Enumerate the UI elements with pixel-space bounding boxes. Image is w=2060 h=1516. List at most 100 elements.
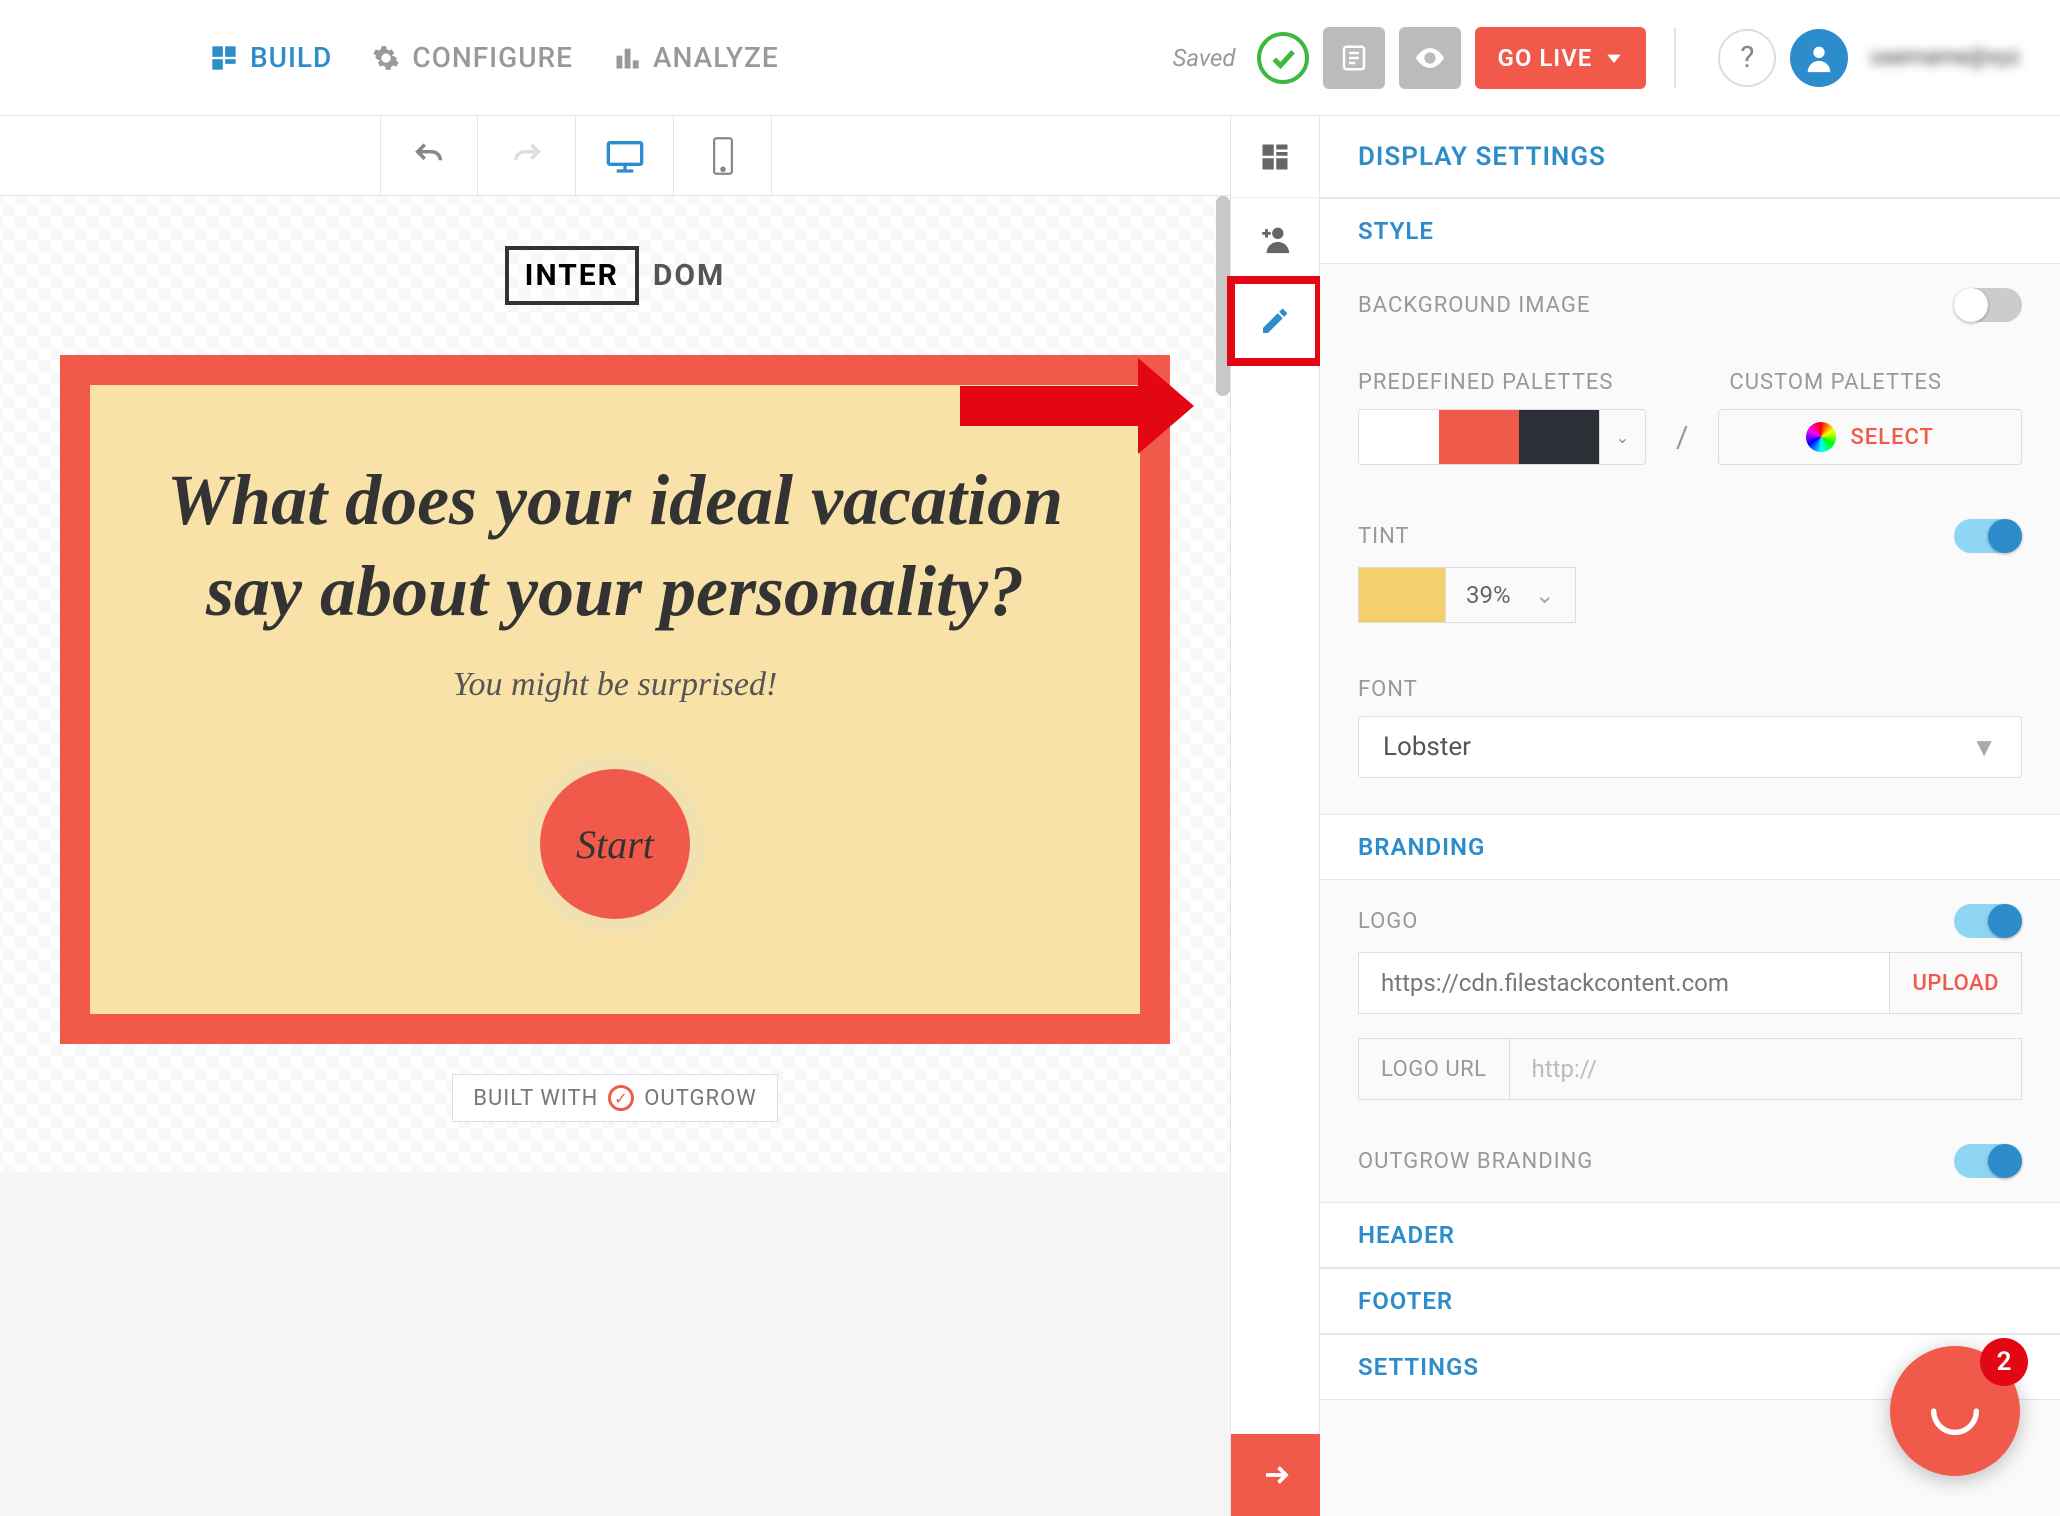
panel-title: DISPLAY SETTINGS [1320, 116, 2060, 198]
outgrow-branding-toggle[interactable] [1954, 1144, 2022, 1178]
bg-image-label: BACKGROUND IMAGE [1358, 293, 1590, 318]
main: INTER DOM What does your ideal vacation … [0, 116, 2060, 1516]
chevron-down-icon [1604, 48, 1624, 68]
rail-style[interactable] [1231, 280, 1319, 362]
font-label: FONT [1358, 677, 1418, 702]
quiz-inner: What does your ideal vacation say about … [90, 385, 1140, 1014]
chevron-down-icon: ⌄ [1535, 581, 1555, 609]
nav-configure[interactable]: CONFIGURE [372, 41, 573, 74]
start-button[interactable]: Start [540, 769, 690, 919]
top-bar: BUILD CONFIGURE ANALYZE Saved GO LIVE ? … [0, 0, 2060, 116]
tint-row: 39% ⌄ [1320, 563, 2060, 653]
grid-icon [210, 44, 238, 72]
chart-icon [613, 44, 641, 72]
saved-label: Saved [1173, 44, 1236, 72]
section-header[interactable]: HEADER [1320, 1202, 2060, 1268]
logo-input-row: https://cdn.filestackcontent.com UPLOAD [1320, 948, 2060, 1034]
tint-swatch[interactable] [1358, 567, 1446, 623]
slash: / [1676, 420, 1688, 455]
built-with-badge[interactable]: BUILT WITH ✓ OUTGROW [452, 1074, 777, 1122]
predefined-palettes-label: PREDEFINED PALETTES [1358, 370, 1613, 395]
settings-panel: DISPLAY SETTINGS STYLE BACKGROUND IMAGE … [1320, 116, 2060, 1516]
nav-configure-label: CONFIGURE [412, 41, 573, 74]
built-with-label: BUILT WITH [473, 1086, 598, 1111]
side-rail [1230, 116, 1320, 1516]
upload-button[interactable]: UPLOAD [1890, 952, 2022, 1014]
logo-row-head: LOGO [1320, 880, 2060, 948]
chat-button[interactable]: 2 [1890, 1346, 2020, 1476]
logo-box: INTER [505, 246, 639, 305]
palette-row: ⌄ / SELECT [1320, 405, 2060, 495]
rail-add-user[interactable] [1231, 198, 1319, 280]
section-style[interactable]: STYLE [1320, 198, 2060, 264]
preview-logo: INTER DOM [60, 246, 1170, 305]
pencil-icon [1259, 305, 1291, 337]
canvas[interactable]: INTER DOM What does your ideal vacation … [0, 196, 1230, 1172]
section-footer[interactable]: FOOTER [1320, 1268, 2060, 1334]
font-row: Lobster ▼ [1320, 712, 2060, 814]
tint-value-dropdown[interactable]: 39% ⌄ [1446, 567, 1576, 623]
logo-url-row: LOGO URL http:// [1320, 1034, 2060, 1120]
redo-button[interactable] [478, 116, 576, 196]
notes-button[interactable] [1323, 27, 1385, 89]
undo-button[interactable] [380, 116, 478, 196]
tint-row-head: TINT [1320, 495, 2060, 563]
mobile-view-button[interactable] [674, 116, 772, 196]
quiz-subtitle: You might be surprised! [453, 666, 778, 704]
desktop-view-button[interactable] [576, 116, 674, 196]
logo-text: DOM [653, 246, 725, 305]
logo-label: LOGO [1358, 909, 1418, 934]
palette-labels: PREDEFINED PALETTES CUSTOM PALETTES [1320, 346, 2060, 405]
start-button-wrap: Start [525, 754, 705, 934]
nav-build[interactable]: BUILD [210, 41, 332, 74]
font-dropdown[interactable]: Lobster ▼ [1358, 716, 2022, 778]
chevron-down-icon: ▼ [1971, 732, 1997, 763]
logo-url-label: LOGO URL [1358, 1038, 1510, 1100]
select-label: SELECT [1850, 425, 1934, 450]
logo-url-input[interactable]: http:// [1510, 1038, 2022, 1100]
saved-check-icon [1257, 32, 1309, 84]
chat-badge: 2 [1980, 1338, 2028, 1386]
bg-image-row: BACKGROUND IMAGE [1320, 264, 2060, 346]
palette-swatch-1 [1359, 410, 1439, 465]
outgrow-icon: ✓ [608, 1085, 634, 1111]
nav-analyze-label: ANALYZE [653, 41, 779, 74]
preview-button[interactable] [1399, 27, 1461, 89]
main-nav: BUILD CONFIGURE ANALYZE [210, 41, 779, 74]
outgrow-branding-label: OUTGROW BRANDING [1358, 1149, 1593, 1174]
quiz-title: What does your ideal vacation say about … [150, 455, 1080, 636]
bg-image-toggle[interactable] [1954, 288, 2022, 322]
logo-input[interactable]: https://cdn.filestackcontent.com [1358, 952, 1890, 1014]
scrollbar[interactable] [1216, 196, 1230, 396]
font-row-head: FONT [1320, 653, 2060, 712]
nav-analyze[interactable]: ANALYZE [613, 41, 779, 74]
tint-toggle[interactable] [1954, 519, 2022, 553]
help-button[interactable]: ? [1718, 29, 1776, 87]
chevron-down-icon: ⌄ [1599, 410, 1645, 464]
quiz-card[interactable]: What does your ideal vacation say about … [60, 355, 1170, 1044]
color-wheel-icon [1806, 422, 1836, 452]
predefined-palette-dropdown[interactable]: ⌄ [1358, 409, 1646, 465]
divider [1674, 28, 1676, 88]
custom-palettes-label: CUSTOM PALETTES [1729, 370, 1942, 395]
tint-value: 39% [1466, 581, 1511, 609]
top-right: Saved GO LIVE ? username@xyz [1173, 27, 2020, 89]
font-value: Lobster [1383, 732, 1471, 762]
nav-build-label: BUILD [250, 41, 332, 74]
go-live-label: GO LIVE [1497, 44, 1592, 72]
go-live-button[interactable]: GO LIVE [1475, 27, 1646, 89]
canvas-toolbar [0, 116, 1230, 196]
canvas-area: INTER DOM What does your ideal vacation … [0, 116, 1230, 1516]
tint-label: TINT [1358, 524, 1410, 549]
chat-icon [1923, 1379, 1987, 1443]
custom-palette-select[interactable]: SELECT [1718, 409, 2022, 465]
built-brand-label: OUTGROW [644, 1086, 756, 1111]
rail-layout[interactable] [1231, 116, 1319, 198]
logo-toggle[interactable] [1954, 904, 2022, 938]
section-branding[interactable]: BRANDING [1320, 814, 2060, 880]
collapse-panel-button[interactable] [1231, 1434, 1321, 1516]
gear-icon [372, 44, 400, 72]
outgrow-branding-row: OUTGROW BRANDING [1320, 1120, 2060, 1202]
avatar[interactable] [1790, 29, 1848, 87]
palette-swatch-2 [1439, 410, 1519, 465]
